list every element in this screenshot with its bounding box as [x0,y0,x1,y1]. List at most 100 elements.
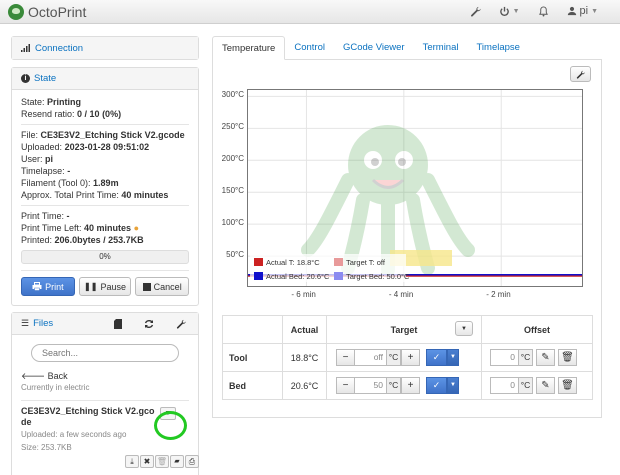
cancel-button[interactable]: Cancel [135,277,190,296]
user-line: User: pi [21,154,54,164]
y-tick-label: 200°C [221,154,244,164]
tool-decrease-button[interactable]: − [336,349,355,366]
refresh-icon[interactable] [144,319,154,329]
bed-increase-button[interactable]: + [401,377,420,394]
folder-open-icon[interactable]: ▰ [170,455,184,468]
current-folder: Currently in electric [21,383,90,392]
legend-label: Actual Bed: 20.6°C [266,272,330,281]
tool-target-input[interactable]: off [355,349,386,366]
tab-gcode-viewer[interactable]: GCode Viewer [334,36,414,60]
y-tick-label: 100°C [221,218,244,228]
connection-header[interactable]: Connection [12,37,198,59]
resend-ratio-line: Resend ratio: 0 / 10 (0%) [21,109,122,119]
arrow-left-icon: 🡐 [21,371,46,381]
notifications-button[interactable] [538,5,549,17]
bed-decrease-button[interactable]: − [336,377,355,394]
actual-header: Actual [282,315,327,344]
tab-bar: Temperature Control GCode Viewer Termina… [212,36,602,60]
tool-label: Tool [222,343,283,372]
chevron-down-icon: ▼ [512,7,520,15]
bed-presets-dropdown[interactable]: ▼ [447,377,459,394]
printed-line: Printed: 206.0bytes / 253.7KB [21,235,144,245]
legend-label: Actual T: 18.8°C [266,258,320,267]
bed-offset-input[interactable]: 0 [490,377,518,394]
user-menu-button[interactable]: pi ▼ [567,5,598,17]
tool-offset-input[interactable]: 0 [490,349,518,366]
file-search-input[interactable] [31,344,179,362]
approx-time-line: Approx. Total Print Time: 40 minutes [21,190,169,200]
x-tick-label: - 6 min [291,290,316,299]
offset-header: Offset [481,315,593,344]
uploaded-line: Uploaded: 2023-01-28 09:51:02 [21,142,150,152]
back-link[interactable]: 🡐 Back [21,370,189,382]
time-left-line: Print Time Left: 40 minutes ● [21,223,140,233]
list-icon: ☰ [21,318,30,328]
state-header[interactable]: i State [12,68,198,90]
estimate-dot-icon: ● [133,223,140,233]
sidebar: Connection i State State: Printing Resen… [11,36,199,475]
temperature-table: Actual Target ▼ Offset Tool 18.8°C − off… [222,315,593,400]
bed-actual: 20.6°C [282,371,327,400]
chevron-down-icon: ▼ [591,7,598,15]
bed-offset-unit: °C [518,377,533,394]
stop-icon [142,282,151,291]
tool-increase-button[interactable]: + [401,349,420,366]
temperature-graph-svg: Start Actual T: 18.8°CTarget T: offActua… [248,90,582,286]
legend-label: Target Bed: 50.0°C [346,272,410,281]
bed-target-input[interactable]: 50 [355,377,386,394]
trash-icon[interactable]: 🗑 [155,455,169,468]
connection-title: Connection [35,42,84,54]
tool-actual: 18.8°C [282,343,327,372]
progress-text: 0% [99,252,111,261]
y-tick-label: 300°C [221,90,244,100]
print-button[interactable]: Print [21,277,75,296]
print-time-line: Print Time: - [21,211,70,221]
system-menu-button[interactable]: ▼ [499,6,520,17]
progress-bar: 0% [21,250,189,264]
file-line: File: CE3E3V2_Etching Stick V2.gcode [21,130,185,140]
cut-icon[interactable]: ✖ [140,455,154,468]
target-presets-button[interactable]: ▼ [455,321,473,336]
legend-label: Target T: off [346,258,386,267]
octoprint-watermark [301,125,475,277]
signal-icon [21,44,30,52]
connection-panel: Connection [11,36,199,60]
print-file-icon[interactable]: ⎙ [185,455,199,468]
highlight-circle [154,411,187,440]
wrench-icon [470,6,481,17]
tab-timelapse[interactable]: Timelapse [467,36,528,60]
pause-icon: ❚❚ [84,282,98,291]
y-tick-label: 50°C [226,250,244,260]
bell-icon [538,5,548,17]
bed-reset-offset-icon[interactable]: 🗑 [558,377,577,394]
tab-terminal[interactable]: Terminal [414,36,468,60]
bed-edit-offset-icon[interactable]: ✎ [536,377,555,394]
table-row: Bed 20.6°C − 50 °C + ✓ ▼ 0 °C ✎ 🗑 [222,371,593,400]
tool-presets-dropdown[interactable]: ▼ [447,349,459,366]
timelapse-line: Timelapse: - [21,166,71,176]
legend-swatch [254,258,263,266]
file-name: CE3E3V2_Etching Stick V2.gcode [21,406,155,427]
download-icon[interactable]: ⤓ [125,455,139,468]
tool-edit-offset-icon[interactable]: ✎ [536,349,555,366]
settings-button[interactable] [470,6,481,17]
power-icon [499,6,509,16]
tool-set-target-button[interactable]: ✓ [426,349,447,366]
legend-swatch [254,272,263,280]
navbar: OctoPrint ▼ pi ▼ [0,0,620,24]
brand[interactable]: OctoPrint [8,4,86,20]
tab-control[interactable]: Control [285,36,334,60]
legend-swatch [334,258,343,266]
sd-card-icon[interactable] [114,318,122,329]
wrench-icon[interactable] [176,319,186,329]
tool-reset-offset-icon[interactable]: 🗑 [558,349,577,366]
pause-button[interactable]: ❚❚ Pause [78,277,132,296]
state-line: State: Printing [21,97,82,107]
bed-set-target-button[interactable]: ✓ [426,377,447,394]
state-title: State [34,73,57,84]
main-content: Temperature Control GCode Viewer Termina… [212,36,602,418]
filament-line: Filament (Tool 0): 1.89m [21,178,119,188]
graph-settings-button[interactable] [570,66,591,82]
files-title-toggle[interactable]: ☰ Files [21,318,53,329]
tab-temperature[interactable]: Temperature [212,36,286,60]
